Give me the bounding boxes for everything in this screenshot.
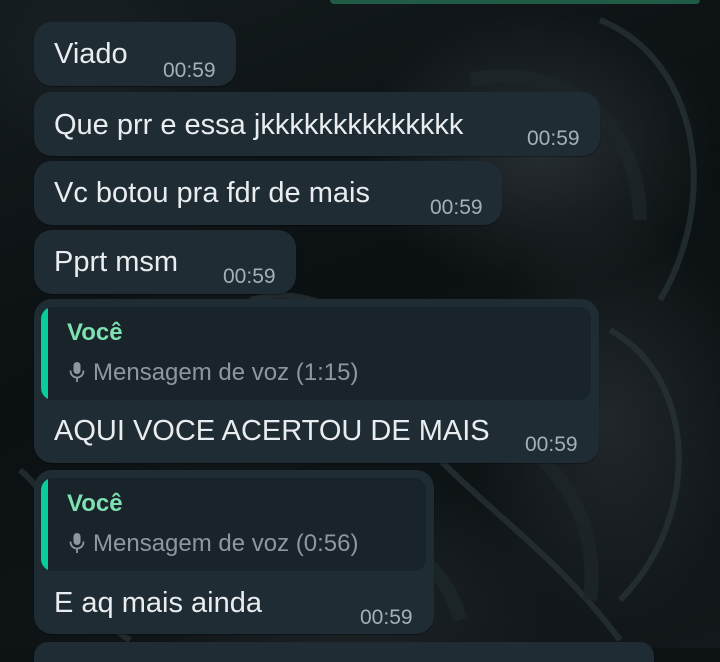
quote-accent-bar: [41, 307, 48, 400]
message-timestamp: 00:59: [223, 265, 276, 288]
message-timestamp: 00:59: [430, 196, 483, 219]
message-bubble[interactable]: Pprt msm 00:59: [34, 230, 296, 294]
quoted-message[interactable]: Você Mensagem de voz (1:15): [41, 307, 591, 400]
quoted-message[interactable]: Você Mensagem de voz (0:56): [41, 478, 426, 571]
quote-sender-name: Você: [67, 490, 123, 517]
message-text: AQUI VOCE ACERTOU DE MAIS: [54, 415, 490, 447]
message-timestamp: 00:59: [527, 127, 580, 150]
message-bubble[interactable]: Que prr e essa jkkkkkkkkkkkkkk 00:59: [34, 92, 600, 156]
quote-body-text: Mensagem de voz (0:56): [93, 530, 359, 557]
message-bubble[interactable]: Viado 00:59: [34, 22, 236, 86]
quote-preview: Mensagem de voz (1:15): [69, 359, 358, 390]
quote-accent-bar: [41, 478, 48, 571]
quote-body-text: Mensagem de voz (1:15): [93, 359, 359, 386]
mic-icon: [69, 532, 85, 561]
message-text: Pprt msm: [54, 246, 179, 278]
message-text: Vc botou pra fdr de mais: [54, 177, 370, 209]
message-bubble[interactable]: Vc botou pra fdr de mais 00:59: [34, 161, 502, 225]
reply-message-bubble[interactable]: Você Mensagem de voz (0:56) E aq mais ai…: [34, 470, 434, 634]
message-text: Viado: [54, 38, 128, 70]
message-timestamp: 00:59: [163, 59, 216, 82]
quote-preview: Mensagem de voz (0:56): [69, 530, 358, 561]
message-timestamp: 00:59: [525, 433, 578, 456]
next-message-edge: [34, 642, 654, 662]
message-text: Que prr e essa jkkkkkkkkkkkkkk: [54, 109, 464, 141]
message-timestamp: 00:59: [360, 606, 413, 629]
previous-message-edge: [330, 0, 700, 4]
reply-message-bubble[interactable]: Você Mensagem de voz (1:15) AQUI VOCE AC…: [34, 299, 599, 463]
mic-icon: [69, 361, 85, 390]
quote-sender-name: Você: [67, 319, 123, 346]
message-text: E aq mais ainda: [54, 587, 262, 619]
